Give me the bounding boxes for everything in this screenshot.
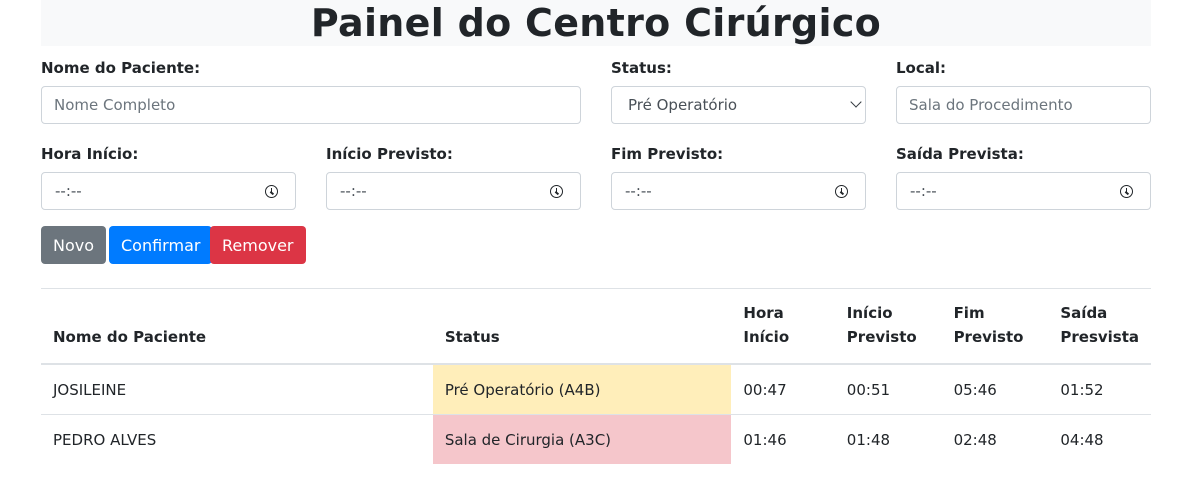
table-row[interactable]: JOSILEINE Pré Operatório (A4B) 00:47 00:…	[41, 364, 1151, 415]
chevron-down-icon	[850, 96, 862, 108]
saida-prevista-label: Saída Prevista:	[896, 145, 1024, 163]
col-header-fim-previsto: Fim Previsto	[941, 288, 1049, 365]
inicio-previsto-input[interactable]: --:--	[326, 172, 581, 210]
col-header-inicio-previsto: Início Previsto	[834, 288, 942, 365]
cell-name: PEDRO ALVES	[53, 430, 157, 449]
patient-name-label: Nome do Paciente:	[41, 59, 201, 77]
confirmar-button[interactable]: Confirmar	[109, 226, 213, 264]
hora-inicio-input[interactable]: --:--	[41, 172, 296, 210]
hora-inicio-label: Hora Início:	[41, 145, 139, 163]
cell-hora-inicio: 00:47	[731, 364, 835, 415]
cell-saida: 01:52	[1048, 364, 1151, 415]
clock-icon[interactable]	[835, 185, 848, 198]
table-header-row: Nome do Paciente Status Hora Início Iníc…	[41, 288, 1151, 365]
time-placeholder: --:--	[910, 182, 937, 200]
page-title: Painel do Centro Cirúrgico	[310, 1, 882, 45]
time-placeholder: --:--	[340, 182, 367, 200]
col-header-hora-inicio: Hora Início	[731, 288, 835, 365]
col-header-name: Nome do Paciente	[41, 288, 433, 365]
cell-name: JOSILEINE	[41, 364, 433, 415]
status-label: Status:	[611, 59, 672, 77]
clock-icon[interactable]	[265, 185, 278, 198]
cell-saida: 04:48	[1060, 430, 1104, 449]
cell-hora-inicio: 01:46	[743, 430, 787, 449]
fim-previsto-input[interactable]: --:--	[611, 172, 866, 210]
remover-button[interactable]: Remover	[210, 226, 306, 264]
local-label: Local:	[896, 59, 947, 77]
patient-name-input[interactable]	[41, 86, 581, 124]
local-input[interactable]	[896, 86, 1151, 124]
time-placeholder: --:--	[625, 182, 652, 200]
col-header-saida: Saída Presvista	[1048, 288, 1151, 365]
table-row[interactable]: PEDRO ALVES Sala de Cirurgia (A3C) 01:46…	[41, 414, 1151, 464]
patients-table-container: Nome do Paciente Status Hora Início Iníc…	[41, 288, 1151, 464]
clock-icon[interactable]	[1120, 185, 1133, 198]
cell-status: Sala de Cirurgia (A3C)	[432, 414, 732, 464]
time-placeholder: --:--	[55, 182, 82, 200]
cell-inicio-previsto: 00:51	[834, 364, 942, 415]
cell-fim-previsto: 05:46	[941, 364, 1049, 415]
cell-inicio-previsto: 01:48	[846, 430, 891, 449]
status-select[interactable]: Pré Operatório	[611, 86, 866, 124]
cell-fim-previsto: 02:48	[953, 430, 997, 449]
header-banner: Painel do Centro Cirúrgico	[41, 0, 1151, 46]
fim-previsto-label: Fim Previsto:	[611, 145, 724, 163]
saida-prevista-input[interactable]: --:--	[896, 172, 1151, 210]
cell-status: Pré Operatório (A4B)	[432, 364, 732, 415]
patients-table: Nome do Paciente Status Hora Início Iníc…	[41, 288, 1151, 464]
col-header-status: Status	[432, 288, 732, 365]
status-select-value: Pré Operatório	[628, 96, 738, 114]
inicio-previsto-label: Início Previsto:	[326, 145, 453, 163]
clock-icon[interactable]	[550, 185, 563, 198]
novo-button[interactable]: Novo	[41, 226, 107, 264]
